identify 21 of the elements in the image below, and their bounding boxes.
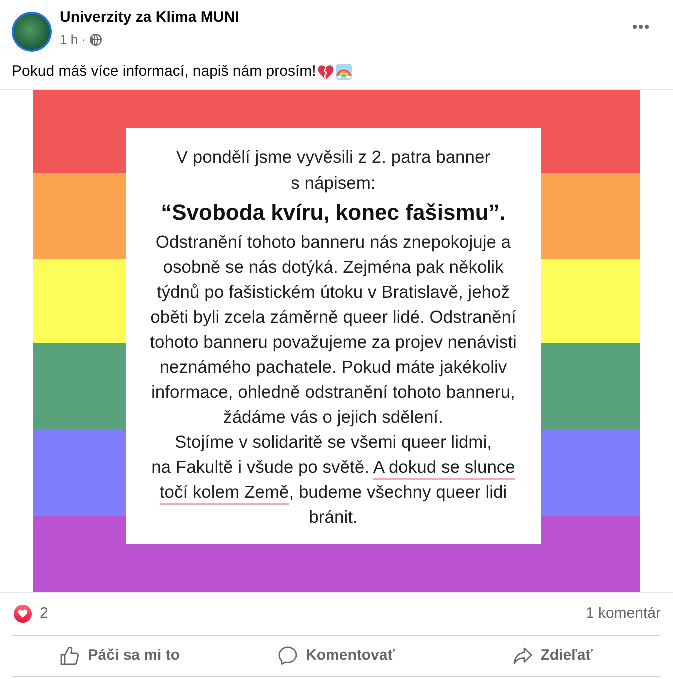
post-text: Pokud máš více informací, napiš nám prosím! [12,62,316,82]
like-button[interactable]: Páči sa mi to [60,646,180,666]
post-time[interactable]: 1 h · [60,30,86,50]
rainbow-icon [336,64,352,80]
broken-heart-icon [318,64,334,80]
share-arrow-icon [512,646,533,666]
avatar-placeholder[interactable] [12,12,52,52]
poster-text: Stojíme v solidaritě se všemi queer lidmi, na Fakultě i všude po světě. A dokud se slunce točí kolem Země, budeme všechny queer lidi bránit. [152,431,516,529]
reaction-count[interactable]: 2 [40,604,48,624]
comment-count[interactable]: 1 komentár [586,604,661,624]
more-options-icon[interactable] [633,25,649,29]
globe-icon [90,34,102,46]
poster-text: Odstranění tohoto banneru nás znepokojuje a osobně se nás dotýká. Zejména pak několik týdnů po fašistickém útoku v Bratislavě, jehož oběti byli zcela záměrně queer lidé. Odstranění tohoto banneru považujeme za projev nenávisti neznámého pachatele. Pokud máte jakékoliv informace, ohledně odstranění tohoto banneru, žádáme vás o jejich sdělení. [150,231,517,429]
share-button[interactable]: Zdieľať [512,646,593,666]
thumbs-up-icon [60,646,80,666]
poster-headline: “Svoboda kvíru, konec fašismu”. [161,199,506,227]
author-name[interactable]: Univerzity za Klima MUNI [60,8,240,28]
comment-button[interactable]: Komentovať [278,646,395,666]
heart-reaction-icon[interactable] [14,605,32,623]
poster-text: V pondělí jsme vyvěsili z 2. patra banner s nápisem: [176,146,491,195]
speech-bubble-icon [278,646,298,666]
